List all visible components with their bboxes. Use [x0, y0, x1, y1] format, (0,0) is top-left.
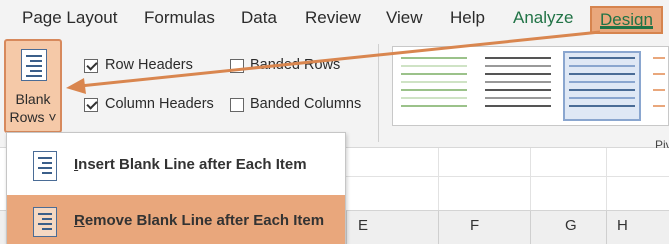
blank-rows-button[interactable]: Blank Rows ˅: [4, 39, 62, 133]
tab-review[interactable]: Review: [305, 8, 361, 28]
remove-blank-line-icon: [33, 207, 57, 237]
tab-page-layout[interactable]: Page Layout: [22, 8, 117, 28]
menu-item-label: Insert Blank Line after Each Item: [74, 156, 307, 173]
group-separator: [378, 44, 379, 142]
style-thumb-orange[interactable]: [649, 53, 669, 119]
col-divider: [438, 211, 439, 244]
menu-item-label: Remove Blank Line after Each Item: [74, 212, 325, 229]
column-headers-checkbox[interactable]: [84, 98, 98, 112]
col-divider: [606, 211, 607, 244]
tab-view[interactable]: View: [386, 8, 423, 28]
col-divider: [346, 211, 347, 244]
row-headers-label: Row Headers: [105, 57, 193, 73]
row-headers-checkbox[interactable]: [84, 59, 98, 73]
column-header-h[interactable]: H: [617, 217, 628, 234]
tab-design[interactable]: Design: [590, 6, 663, 34]
tab-analyze[interactable]: Analyze: [513, 8, 573, 28]
pivot-styles-gallery: [392, 46, 669, 126]
tab-formulas[interactable]: Formulas: [144, 8, 215, 28]
menu-item-insert-blank-line[interactable]: Insert Blank Line after Each Item: [7, 139, 345, 193]
tab-help[interactable]: Help: [450, 8, 485, 28]
grid-line: [530, 148, 531, 210]
ribbon-tab-bar: Page Layout Formulas Data Review View He…: [0, 0, 669, 38]
column-header-e[interactable]: E: [358, 217, 368, 234]
menu-item-remove-blank-line[interactable]: Remove Blank Line after Each Item: [7, 195, 345, 244]
column-header-f[interactable]: F: [470, 217, 479, 234]
grid-line: [438, 148, 439, 210]
banded-columns-label: Banded Columns: [250, 96, 362, 112]
banded-rows-checkbox[interactable]: [230, 59, 244, 73]
banded-columns-checkbox[interactable]: [230, 98, 244, 112]
blank-rows-dropdown-menu: Insert Blank Line after Each Item Remove…: [6, 132, 346, 244]
grid-row-line: [346, 176, 669, 177]
col-divider: [530, 211, 531, 244]
style-thumb-blue-selected[interactable]: [563, 51, 641, 121]
tab-data[interactable]: Data: [241, 8, 277, 28]
blank-rows-label-line2: Rows ˅: [9, 109, 57, 125]
grid-line: [606, 148, 607, 210]
chevron-down-icon: ˅: [48, 109, 57, 125]
blank-rows-icon: [21, 49, 47, 81]
banded-rows-label: Banded Rows: [250, 57, 341, 73]
style-thumb-gray[interactable]: [481, 53, 555, 119]
column-header-g[interactable]: G: [565, 217, 577, 234]
insert-blank-line-icon: [33, 151, 57, 181]
column-headers-label: Column Headers: [105, 96, 214, 112]
blank-rows-label-line1: Blank: [15, 91, 51, 107]
style-thumb-green[interactable]: [397, 53, 471, 119]
